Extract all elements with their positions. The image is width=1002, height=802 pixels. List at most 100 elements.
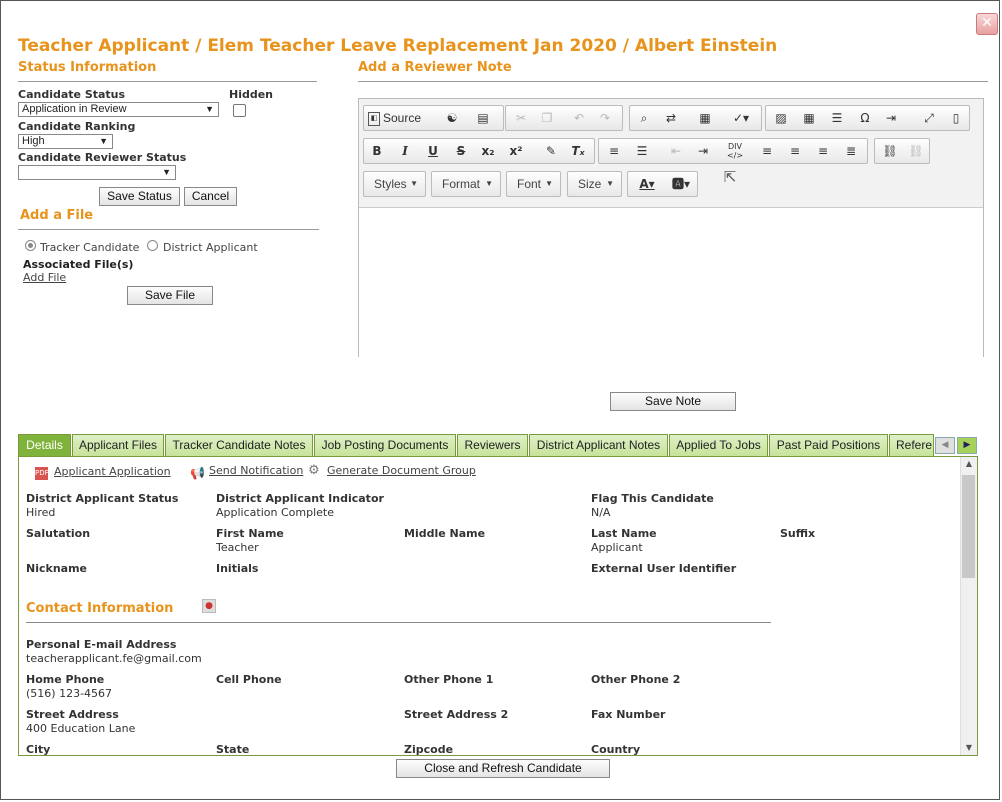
align-left-icon[interactable]: ≡ [756,142,778,160]
tabs-scroll-right-icon[interactable]: ▶ [957,437,977,454]
align-right-icon[interactable]: ≡ [812,142,834,160]
tab-job-posting-documents[interactable]: Job Posting Documents [314,434,456,456]
bold-icon[interactable]: B [366,142,388,160]
find-icon[interactable]: ⌕ [633,109,655,127]
note-editor-area[interactable] [359,207,983,357]
numbered-list-icon[interactable]: ≡ [603,142,625,160]
image-icon[interactable]: ▨ [770,109,792,127]
underline-icon[interactable]: U [422,142,444,160]
tab-applicant-files[interactable]: Applicant Files [72,434,164,456]
select-all-icon[interactable]: ▦ [694,109,716,127]
field-value: Hired [26,506,56,519]
divider [26,622,771,623]
align-center-icon[interactable]: ≡ [784,142,806,160]
indent-block-icon[interactable]: ⇥ [880,109,902,127]
superscript-icon[interactable]: x² [505,142,527,160]
strikethrough-icon[interactable]: S [450,142,472,160]
ranking-label: Candidate Ranking [18,120,136,133]
gear-icon: ⚙ [308,463,320,478]
field-label: External User Identifier [591,562,737,575]
tab-tracker-candidate-notes[interactable]: Tracker Candidate Notes [165,434,313,456]
rich-text-editor: ◧ Source ☯ ▤ ✂ ❐ ↶ ↷ ⌕ ⇄ ▦ ✓▾ ▨ ▦ ☰ Ω ⇥ ⤢… [358,98,984,357]
caret-down-icon: ▼ [485,179,493,188]
replace-icon[interactable]: ⇄ [660,109,682,127]
hidden-checkbox[interactable] [233,104,246,117]
source-icon: ◧ [368,111,380,126]
text-color-icon[interactable]: A▾ [632,175,662,193]
tab-past-paid-positions[interactable]: Past Paid Positions [769,434,888,456]
accessibility-icon[interactable]: ☯ [441,109,463,127]
generate-document-group-link[interactable]: Generate Document Group [327,464,476,477]
size-dropdown[interactable]: Size ▼ [567,171,622,197]
tab-reviewers[interactable]: Reviewers [457,434,528,456]
justify-icon[interactable]: ≣ [840,142,862,160]
field-label: Street Address [26,708,119,721]
save-note-button[interactable]: Save Note [610,392,736,411]
send-notification-link[interactable]: Send Notification [209,464,303,477]
pdf-icon: PDF [35,467,49,480]
save-file-button[interactable]: Save File [127,286,213,305]
italic-icon[interactable]: I [394,142,416,160]
contact-heading: Contact Information [26,601,174,616]
indent-icon[interactable]: ⇥ [692,142,714,160]
show-blocks-icon[interactable]: ▯ [945,109,967,127]
bulleted-list-icon[interactable]: ☰ [631,142,653,160]
toolbar-group-editing: ⌕ ⇄ ▦ ✓▾ [629,105,762,131]
tab-applied-to-jobs[interactable]: Applied To Jobs [669,434,768,456]
reviewer-status-select[interactable]: ▼ [18,165,176,180]
field-value: teacherapplicant.fe@gmail.com [26,652,202,665]
page-title: Teacher Applicant / Elem Teacher Leave R… [18,36,778,56]
toolbar-group-clipboard: ✂ ❐ ↶ ↷ [505,105,623,131]
tab-district-applicant-notes[interactable]: District Applicant Notes [529,434,668,456]
outdent-icon[interactable]: ⇤ [665,142,687,160]
link-icon[interactable]: ⛓ [879,142,901,160]
cancel-button[interactable]: Cancel [184,187,237,206]
tabs-scroll-left-icon[interactable]: ◀ [935,437,955,454]
add-file-link[interactable]: Add File [23,271,66,284]
scroll-down-icon[interactable]: ▼ [961,741,977,755]
map-pin-icon[interactable]: ● [202,599,216,613]
tracker-candidate-radio[interactable] [25,240,36,251]
close-icon[interactable]: ✕ [976,13,998,35]
font-label: Font [517,177,542,191]
tab-references[interactable]: Refere [889,434,934,456]
tab-details[interactable]: Details [18,434,71,456]
applicant-application-link[interactable]: Applicant Application [54,465,171,478]
district-applicant-radio[interactable] [147,240,158,251]
scroll-up-icon[interactable]: ▲ [961,457,977,471]
field-label: Zipcode [404,743,454,756]
horizontal-line-icon[interactable]: ☰ [826,109,848,127]
tracker-candidate-label: Tracker Candidate [40,241,140,254]
document-icon[interactable]: ▤ [472,109,494,127]
candidate-status-select[interactable]: Application in Review ▼ [18,102,219,117]
save-status-button[interactable]: Save Status [99,187,180,206]
copy-icon[interactable]: ❐ [536,109,558,127]
special-char-icon[interactable]: Ω [854,109,876,127]
redo-icon[interactable]: ↷ [594,109,616,127]
field-label: District Applicant Status [26,492,179,505]
background-color-icon[interactable]: 🅰▾ [666,175,696,193]
undo-icon[interactable]: ↶ [568,109,590,127]
create-div-icon[interactable]: DIV </> [724,142,746,160]
styles-dropdown[interactable]: Styles ▼ [363,171,426,197]
details-panel: PDF Applicant Application 📢 Send Notific… [18,456,978,756]
close-refresh-button[interactable]: Close and Refresh Candidate [396,759,610,778]
maximize-icon[interactable]: ⤢ [918,109,940,127]
font-dropdown[interactable]: Font ▼ [506,171,561,197]
ranking-select[interactable]: High ▼ [18,134,113,149]
format-dropdown[interactable]: Format ▼ [431,171,501,197]
size-label: Size [578,177,602,191]
field-label: First Name [216,527,284,540]
scrollbar[interactable]: ▲ ▼ [960,457,977,755]
hidden-label: Hidden [229,88,274,101]
remove-format-icon[interactable]: Tₓ [567,142,589,160]
cut-icon[interactable]: ✂ [510,109,532,127]
scrollbar-thumb[interactable] [962,475,975,578]
field-label: Flag This Candidate [591,492,714,505]
unlink-icon[interactable]: ⛓ [905,142,927,160]
source-button[interactable]: ◧ Source [368,109,428,127]
copy-format-icon[interactable]: ✎ [540,142,562,160]
subscript-icon[interactable]: x₂ [477,142,499,160]
spellcheck-icon[interactable]: ✓▾ [726,109,756,127]
table-icon[interactable]: ▦ [798,109,820,127]
